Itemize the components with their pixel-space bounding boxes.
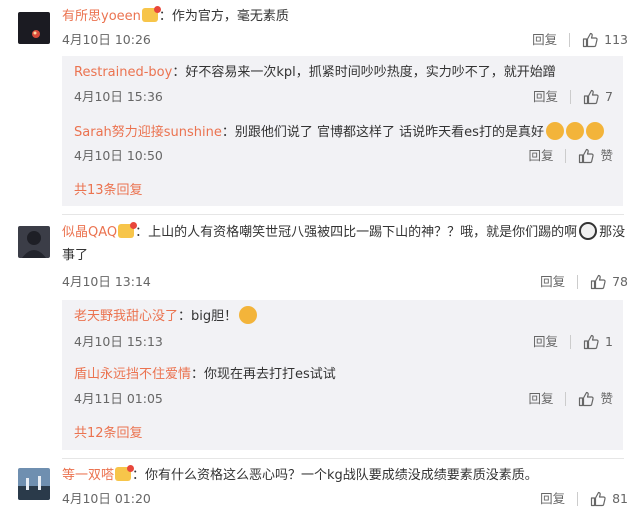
comment-text: 事了 (62, 248, 89, 263)
like-button[interactable]: 81 (590, 489, 628, 509)
comment-meta: 4月10日 10:26 回复 113 (62, 30, 628, 50)
like-button[interactable]: 赞 (578, 146, 613, 166)
reply-button[interactable]: 回复 (528, 389, 553, 409)
reply-username[interactable]: 盾山永远挡不住爱情 (74, 367, 191, 382)
thumbs-up-icon (583, 334, 599, 350)
like-button[interactable]: 1 (583, 332, 613, 352)
thumbs-up-icon (590, 491, 606, 507)
timestamp: 4月10日 13:14 (62, 274, 151, 289)
comment-text: 你有什么资格这么恶心吗？一个kg战队要成绩没成绩要素质没素质。 (145, 468, 538, 483)
divider (569, 33, 571, 47)
reply-button[interactable]: 回复 (528, 146, 553, 166)
like-count: 1 (605, 334, 613, 349)
like-label: 赞 (600, 391, 613, 406)
more-replies-link[interactable]: 共12条回复 (74, 424, 143, 444)
avatar[interactable] (18, 12, 50, 44)
like-count: 113 (604, 32, 628, 47)
reply-username[interactable]: 老天野我甜心没了 (74, 309, 178, 324)
thumbs-up-emoji-icon (585, 122, 604, 140)
vip-badge-icon (118, 222, 138, 238)
comment-meta: 4月10日 01:20 回复 81 (62, 489, 628, 509)
like-count: 7 (605, 89, 613, 104)
reply-button[interactable]: 回复 (540, 272, 565, 292)
thumbs-up-icon (578, 391, 594, 407)
timestamp: 4月10日 10:26 (62, 32, 151, 47)
avatar[interactable] (18, 226, 50, 258)
timestamp: 4月11日 01:05 (74, 391, 163, 406)
comment-line: 有所思yoeen ：作为官方，毫无素质 (62, 6, 289, 24)
reply-list: 老天野我甜心没了：big胆！ 4月10日 15:13 回复 1 盾山永远挡不住爱情… (62, 300, 623, 450)
thumbs-up-icon (583, 89, 599, 105)
vip-badge-icon (115, 465, 135, 481)
vip-badge-icon (141, 6, 161, 22)
face-emoji-icon (579, 222, 598, 240)
avatar[interactable] (18, 468, 50, 500)
comment-text: 上山的人有资格嘲笑世冠八强被四比一踢下山的神？？哦，就是你们踢的啊 (148, 225, 578, 240)
comment-line: 等一双嗒 ：你有什么资格这么恶心吗？一个kg战队要成绩没成绩要素质没素质。 (62, 465, 538, 483)
username[interactable]: 有所思yoeen (62, 9, 141, 24)
like-button[interactable]: 78 (590, 272, 628, 292)
more-replies-link[interactable]: 共13条回复 (74, 181, 143, 201)
reply-button[interactable]: 回复 (532, 30, 557, 50)
username[interactable]: 似晶QAQ (62, 225, 117, 240)
timestamp: 4月10日 15:13 (74, 334, 163, 349)
thumbs-up-icon (582, 32, 598, 48)
like-button[interactable]: 赞 (578, 389, 613, 409)
comment-text-tail: 那没 (599, 225, 626, 240)
reply-list: Restrained-boy：好不容易来一次kpl，抓紧时间吵吵热度，实力吵不了… (62, 56, 623, 206)
like-label: 赞 (600, 148, 613, 163)
comment-text: 作为官方，毫无素质 (171, 9, 289, 24)
reply-text: 好不容易来一次kpl，抓紧时间吵吵热度，实力吵不了，就开始蹭 (185, 65, 556, 80)
thumbs-up-icon (590, 274, 606, 290)
like-button[interactable]: 7 (583, 87, 613, 107)
reply-button[interactable]: 回复 (540, 489, 565, 509)
comment-meta: 4月10日 13:14 回复 78 (62, 272, 628, 292)
actions: 回复 113 (532, 30, 628, 50)
reply-text: 别跟他们说了 官博都这样了 话说昨天看es打的是真好 (234, 125, 544, 140)
reply-username[interactable]: Restrained-boy (74, 65, 172, 80)
comment-line: 似晶QAQ ：上山的人有资格嘲笑世冠八强被四比一踢下山的神？？哦，就是你们踢的啊那… (62, 222, 626, 243)
comment-line: 事了 (62, 246, 624, 266)
reply-text: big胆！ (191, 309, 238, 324)
reply-button[interactable]: 回复 (533, 87, 558, 107)
timestamp: 4月10日 01:20 (62, 491, 151, 506)
reply-button[interactable]: 回复 (533, 332, 558, 352)
thumbs-up-emoji-icon (239, 306, 258, 324)
thumbs-up-emoji-icon (565, 122, 584, 140)
reply-text: 你现在再去打打es试试 (204, 367, 336, 382)
like-button[interactable]: 113 (582, 30, 628, 50)
divider (62, 214, 624, 215)
like-count: 78 (612, 274, 628, 289)
thumbs-up-icon (578, 148, 594, 164)
reply-username[interactable]: Sarah努力迎接sunshine (74, 125, 222, 140)
timestamp: 4月10日 10:50 (74, 148, 163, 163)
username[interactable]: 等一双嗒 (62, 468, 114, 483)
thumbs-up-emoji-icon (545, 122, 564, 140)
like-count: 81 (612, 491, 628, 506)
divider (62, 458, 624, 459)
timestamp: 4月10日 15:36 (74, 89, 163, 104)
